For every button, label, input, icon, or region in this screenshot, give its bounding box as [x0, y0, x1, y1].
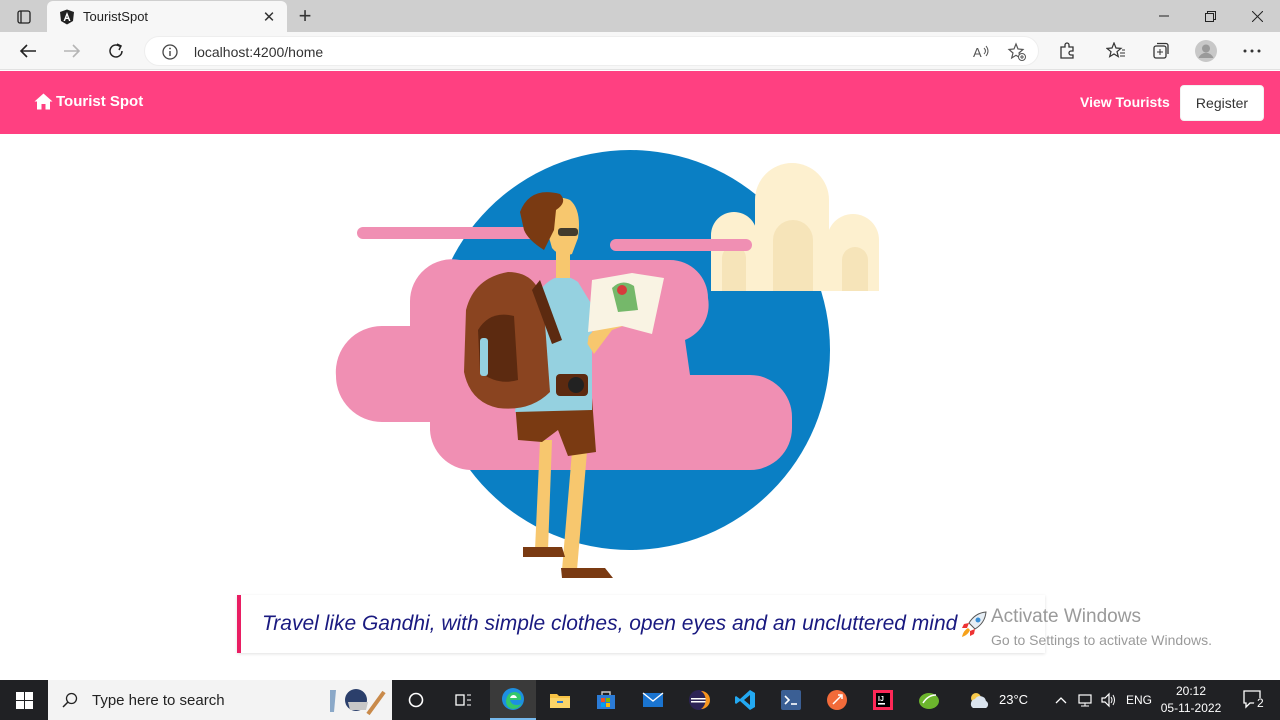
chevron-up-icon[interactable] [1052, 680, 1070, 720]
close-window-icon[interactable] [1234, 0, 1280, 32]
file-explorer-icon[interactable] [537, 680, 583, 720]
address-bar[interactable]: localhost:4200/home A [144, 36, 1039, 66]
clock[interactable]: 20:12 05-11-2022 [1158, 683, 1224, 717]
register-button[interactable]: Register [1180, 85, 1264, 121]
clock-date: 05-11-2022 [1160, 701, 1222, 715]
forward-icon[interactable] [57, 36, 87, 66]
quote-card: Travel like Gandhi, with simple clothes,… [237, 595, 1045, 653]
ide-terminal-icon[interactable] [768, 680, 814, 720]
edge-browser-icon[interactable] [490, 680, 536, 720]
new-tab-icon[interactable]: + [292, 4, 318, 28]
search-icon [62, 692, 78, 708]
close-tab-icon[interactable]: ✕ [257, 5, 281, 29]
browser-toolbar: localhost:4200/home A [0, 32, 1280, 70]
rocket-icon [959, 609, 989, 639]
home-icon [34, 93, 53, 110]
watermark-subtitle: Go to Settings to activate Windows. [991, 632, 1212, 648]
task-view-circle-icon[interactable] [393, 680, 439, 720]
profile-avatar-icon[interactable] [1194, 39, 1218, 63]
volume-icon[interactable] [1099, 680, 1119, 720]
svg-text:IJ: IJ [878, 696, 884, 703]
brand-name: Tourist Spot [56, 93, 144, 110]
back-icon[interactable] [13, 36, 43, 66]
view-tourists-link[interactable]: View Tourists [1080, 94, 1170, 110]
restore-icon[interactable] [1187, 0, 1233, 32]
hero-illustration [330, 140, 890, 590]
minimize-icon[interactable] [1141, 0, 1187, 32]
extensions-icon[interactable] [1056, 40, 1078, 62]
language-indicator[interactable]: ENG [1126, 693, 1152, 707]
windows-start-icon[interactable] [0, 680, 48, 720]
add-favorite-icon[interactable] [1007, 42, 1027, 62]
postman-icon[interactable] [814, 680, 860, 720]
notification-count: 2 [1257, 696, 1264, 710]
site-info-icon[interactable] [161, 43, 179, 61]
task-view-icon[interactable] [440, 680, 486, 720]
svg-text:A: A [973, 45, 982, 60]
notifications-icon[interactable]: 2 [1234, 680, 1274, 720]
refresh-icon[interactable] [101, 36, 131, 66]
vscode-icon[interactable] [722, 680, 768, 720]
tab-actions-icon[interactable] [10, 6, 38, 28]
temperature-text[interactable]: 23°C [999, 692, 1028, 707]
intellij-icon[interactable]: IJ [860, 680, 906, 720]
weather-icon[interactable] [958, 680, 998, 720]
spring-tool-icon[interactable] [906, 680, 952, 720]
angular-favicon-icon [59, 9, 75, 25]
activate-windows-watermark: Activate Windows Go to Settings to activ… [991, 606, 1212, 648]
read-aloud-icon[interactable]: A [971, 42, 991, 62]
browser-tab-strip: TouristSpot ✕ + [0, 0, 1280, 32]
windows-taskbar: Type here to search IJ 23°C ENG 20:12 05… [0, 680, 1280, 720]
app-navbar: Tourist Spot View Tourists Register [0, 71, 1280, 134]
store-icon[interactable] [583, 680, 629, 720]
brand-link[interactable]: Tourist Spot [34, 93, 143, 110]
eclipse-icon[interactable] [676, 680, 722, 720]
watermark-title: Activate Windows [991, 606, 1141, 627]
browser-tab[interactable]: TouristSpot ✕ [47, 1, 287, 32]
favorites-icon[interactable] [1105, 40, 1127, 62]
url-text[interactable]: localhost:4200/home [194, 44, 323, 60]
quote-text: Travel like Gandhi, with simple clothes,… [262, 612, 958, 635]
taskbar-search[interactable]: Type here to search [48, 680, 392, 720]
tab-title: TouristSpot [83, 9, 149, 24]
network-icon[interactable] [1075, 680, 1095, 720]
clock-time: 20:12 [1175, 684, 1207, 698]
pink-streak-shape [610, 239, 752, 251]
cricket-helmet-icon [330, 689, 386, 716]
search-placeholder: Type here to search [92, 691, 225, 709]
collections-icon[interactable] [1149, 40, 1171, 62]
mail-icon[interactable] [630, 680, 676, 720]
more-menu-icon[interactable] [1241, 40, 1263, 62]
